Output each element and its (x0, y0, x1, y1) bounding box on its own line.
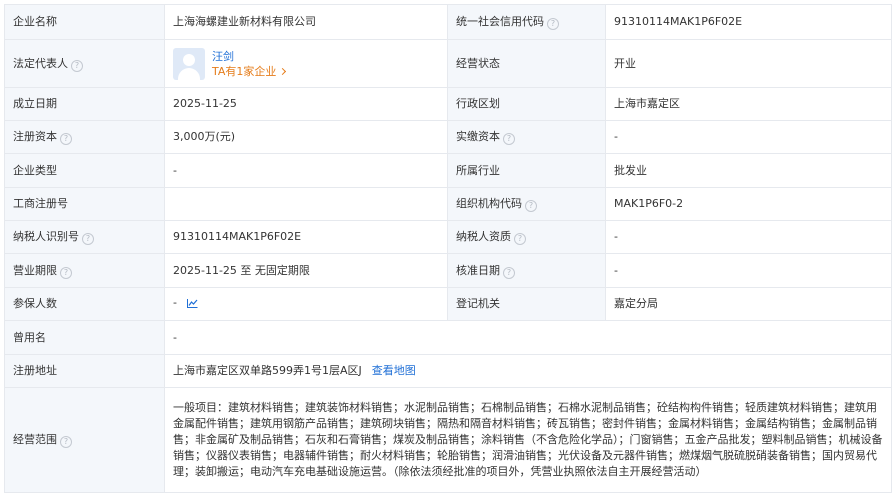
status-value: 开业 (605, 39, 892, 88)
credit-code-label: 统一社会信用代码? (447, 4, 606, 40)
scope-value: 一般项目：建筑材料销售；建筑装饰材料销售；水泥制品销售；石棉制品销售；石棉水泥制… (164, 387, 892, 493)
taxpayer-qual-label: 纳税人资质? (447, 220, 606, 254)
address-value: 上海市嘉定区双单路599弄1号1层A区J 查看地图 (164, 354, 892, 388)
table-row: 纳税人识别号? 91310114MAK1P6F02E 纳税人资质? - (4, 220, 892, 254)
company-info-table: 企业名称 上海海螺建业新材料有限公司 统一社会信用代码? 91310114MAK… (4, 4, 892, 493)
district-label: 行政区划 (447, 87, 606, 121)
company-type-label: 企业类型 (4, 153, 165, 188)
former-name-label: 曾用名 (4, 320, 165, 355)
scope-label: 经营范围? (4, 387, 165, 493)
table-row: 注册资本? 3,000万(元) 实缴资本? - (4, 120, 892, 154)
trend-chart-icon[interactable] (186, 297, 198, 313)
company-name-value: 上海海螺建业新材料有限公司 (164, 4, 448, 40)
table-row: 注册地址 上海市嘉定区双单路599弄1号1层A区J 查看地图 (4, 354, 892, 388)
taxpayer-id-value: 91310114MAK1P6F02E (164, 220, 448, 254)
district-value: 上海市嘉定区 (605, 87, 892, 121)
address-label: 注册地址 (4, 354, 165, 388)
authority-value: 嘉定分局 (605, 287, 892, 321)
table-row: 企业名称 上海海螺建业新材料有限公司 统一社会信用代码? 91310114MAK… (4, 4, 892, 40)
question-circle-icon[interactable]: ? (60, 133, 72, 145)
status-label: 经营状态 (447, 39, 606, 88)
approval-date-label: 核准日期? (447, 253, 606, 288)
question-circle-icon[interactable]: ? (71, 59, 83, 72)
insured-label: 参保人数 (4, 287, 165, 321)
table-row: 法定代表人? 汪剑 TA有1家企业 经营状态 开业 (4, 39, 892, 88)
company-type-value: - (164, 153, 448, 188)
table-row: 参保人数 - 登记机关 嘉定分局 (4, 287, 892, 321)
question-circle-icon[interactable]: ? (514, 233, 526, 245)
table-row: 成立日期 2025-11-25 行政区划 上海市嘉定区 (4, 87, 892, 121)
company-name-label: 企业名称 (4, 4, 165, 40)
taxpayer-id-label: 纳税人识别号? (4, 220, 165, 254)
approval-date-value: - (605, 253, 892, 288)
established-label: 成立日期 (4, 87, 165, 121)
question-circle-icon[interactable]: ? (503, 266, 515, 279)
authority-label: 登记机关 (447, 287, 606, 321)
established-value: 2025-11-25 (164, 87, 448, 121)
former-name-value: - (164, 320, 892, 355)
legal-rep-name-link[interactable]: 汪剑 (212, 49, 285, 64)
legal-rep-label: 法定代表人? (4, 39, 165, 88)
industry-label: 所属行业 (447, 153, 606, 188)
table-row: 工商注册号 组织机构代码? MAK1P6F0-2 (4, 187, 892, 221)
question-circle-icon[interactable]: ? (525, 200, 537, 212)
paid-capital-value: - (605, 120, 892, 154)
question-circle-icon[interactable]: ? (547, 18, 559, 30)
view-map-link[interactable]: 查看地图 (372, 364, 416, 377)
table-row: 营业期限? 2025-11-25 至 无固定期限 核准日期? - (4, 253, 892, 288)
user-avatar-icon[interactable] (173, 47, 205, 80)
question-circle-icon[interactable]: ? (503, 133, 515, 145)
question-circle-icon[interactable]: ? (60, 266, 72, 279)
taxpayer-qual-value: - (605, 220, 892, 254)
table-row: 企业类型 - 所属行业 批发业 (4, 153, 892, 188)
insured-value: - (164, 287, 448, 321)
term-value: 2025-11-25 至 无固定期限 (164, 253, 448, 288)
table-row: 曾用名 - (4, 320, 892, 355)
question-circle-icon[interactable]: ? (60, 436, 72, 448)
legal-rep-companies-link[interactable]: TA有1家企业 (212, 64, 287, 79)
capital-value: 3,000万(元) (164, 120, 448, 154)
chevron-right-icon (279, 67, 287, 75)
term-label: 营业期限? (4, 253, 165, 288)
table-row: 经营范围? 一般项目：建筑材料销售；建筑装饰材料销售；水泥制品销售；石棉制品销售… (4, 387, 892, 493)
question-circle-icon[interactable]: ? (82, 233, 94, 245)
reg-no-value (164, 187, 448, 221)
org-code-label: 组织机构代码? (447, 187, 606, 221)
capital-label: 注册资本? (4, 120, 165, 154)
org-code-value: MAK1P6F0-2 (605, 187, 892, 221)
paid-capital-label: 实缴资本? (447, 120, 606, 154)
credit-code-value: 91310114MAK1P6F02E (605, 4, 892, 40)
reg-no-label: 工商注册号 (4, 187, 165, 221)
industry-value: 批发业 (605, 153, 892, 188)
legal-rep-value: 汪剑 TA有1家企业 (164, 39, 448, 88)
